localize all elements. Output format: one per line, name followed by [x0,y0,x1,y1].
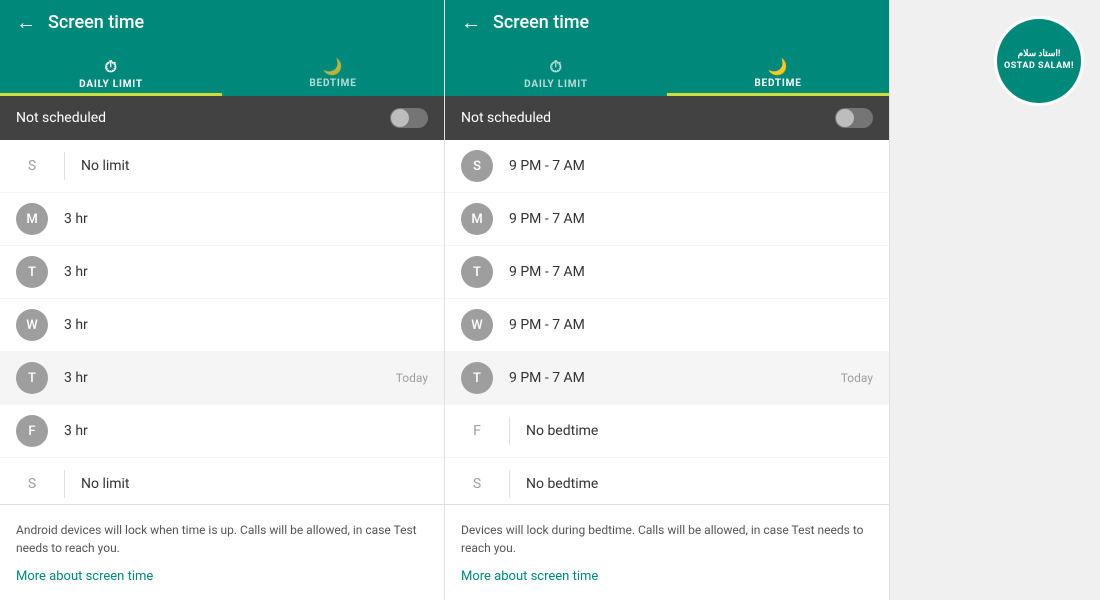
table-row[interactable]: F No bedtime [445,405,889,458]
day-value: 3 hr [64,264,428,280]
left-tab-daily-label: DAILY LIMIT [79,79,143,90]
day-value: 3 hr [64,423,428,439]
right-toggle[interactable] [835,108,873,128]
table-row-today[interactable]: T 9 PM - 7 AM Today [445,352,889,405]
day-circle-t1: T [16,256,48,288]
day-circle-t2: T [461,362,493,394]
table-row[interactable]: F 3 hr [0,405,444,458]
day-value: 9 PM - 7 AM [509,317,873,333]
day-circle-t2: T [16,362,48,394]
left-tab-daily[interactable]: ⏱ DAILY LIMIT [0,44,222,96]
table-row-today[interactable]: T 3 hr Today [0,352,444,405]
right-header: ← Screen time [445,0,889,44]
day-value: 9 PM - 7 AM [509,370,841,386]
left-footer-text: Android devices will lock when time is u… [16,521,428,557]
ostad-salam-logo: استاد سلام! OSTAD SALAM! [994,16,1084,106]
divider [64,152,65,180]
right-header-title: Screen time [493,12,589,33]
bedtime-moon-icon-right: 🌙 [768,57,788,76]
day-circle-t1: T [461,256,493,288]
table-row[interactable]: S No limit [0,458,444,504]
day-circle-s2: S [461,468,493,500]
table-row[interactable]: T 9 PM - 7 AM [445,246,889,299]
daily-limit-icon: ⏱ [105,57,118,77]
right-schedule-bar: Not scheduled [445,96,889,140]
bedtime-moon-icon: 🌙 [323,57,343,76]
left-back-button[interactable]: ← [16,10,36,35]
table-row[interactable]: S 9 PM - 7 AM [445,140,889,193]
divider [509,470,510,498]
left-screen: ← Screen time ⏱ DAILY LIMIT 🌙 BEDTIME No… [0,0,445,600]
table-row[interactable]: M 3 hr [0,193,444,246]
table-row[interactable]: W 3 hr [0,299,444,352]
day-value: 9 PM - 7 AM [509,158,873,174]
right-tabs: ⏱ DAILY LIMIT 🌙 BEDTIME [445,44,889,96]
right-days-list: S 9 PM - 7 AM M 9 PM - 7 AM T 9 PM - 7 A… [445,140,889,504]
day-circle-s1: S [16,150,48,182]
right-back-button[interactable]: ← [461,10,481,35]
right-schedule-text: Not scheduled [461,110,551,126]
day-value: No bedtime [526,423,873,439]
left-schedule-text: Not scheduled [16,110,106,126]
right-footer: Devices will lock during bedtime. Calls … [445,504,889,600]
right-screen: ← Screen time ⏱ DAILY LIMIT 🌙 BEDTIME No… [445,0,890,600]
logo-area: استاد سلام! OSTAD SALAM! [890,0,1100,600]
day-value: 3 hr [64,317,428,333]
left-toggle[interactable] [390,108,428,128]
day-value: 9 PM - 7 AM [509,264,873,280]
divider [64,470,65,498]
day-circle-m: M [461,203,493,235]
right-toggle-knob [836,109,854,127]
day-value: 9 PM - 7 AM [509,211,873,227]
day-value: No limit [81,158,428,174]
left-footer: Android devices will lock when time is u… [0,504,444,600]
today-label: Today [396,371,428,385]
day-value: No limit [81,476,428,492]
right-footer-text: Devices will lock during bedtime. Calls … [461,521,873,557]
left-toggle-knob [391,109,409,127]
today-label: Today [841,371,873,385]
logo-text: استاد سلام! OSTAD SALAM! [1004,49,1074,72]
right-footer-link[interactable]: More about screen time [461,569,598,584]
day-value: 3 hr [64,370,396,386]
table-row[interactable]: M 9 PM - 7 AM [445,193,889,246]
day-circle-m: M [16,203,48,235]
table-row[interactable]: S No bedtime [445,458,889,504]
day-value: 3 hr [64,211,428,227]
table-row[interactable]: W 9 PM - 7 AM [445,299,889,352]
right-tab-daily-label: DAILY LIMIT [524,79,588,90]
right-tab-daily[interactable]: ⏱ DAILY LIMIT [445,44,667,96]
left-schedule-bar: Not scheduled [0,96,444,140]
day-circle-s1: S [461,150,493,182]
left-footer-link[interactable]: More about screen time [16,569,153,584]
left-tabs: ⏱ DAILY LIMIT 🌙 BEDTIME [0,44,444,96]
daily-limit-icon-right: ⏱ [550,57,563,77]
day-circle-f: F [16,415,48,447]
right-tab-bedtime[interactable]: 🌙 BEDTIME [667,44,889,96]
left-tab-bedtime-label: BEDTIME [309,78,356,89]
divider [509,417,510,445]
table-row[interactable]: T 3 hr [0,246,444,299]
table-row[interactable]: S No limit [0,140,444,193]
right-tab-bedtime-label: BEDTIME [754,78,801,89]
day-circle-f: F [461,415,493,447]
day-circle-w: W [461,309,493,341]
left-tab-bedtime[interactable]: 🌙 BEDTIME [222,44,444,96]
day-circle-w: W [16,309,48,341]
left-header-title: Screen time [48,12,144,33]
left-header: ← Screen time [0,0,444,44]
left-days-list: S No limit M 3 hr T 3 hr W 3 hr T 3 [0,140,444,504]
day-value: No bedtime [526,476,873,492]
day-circle-s2: S [16,468,48,500]
